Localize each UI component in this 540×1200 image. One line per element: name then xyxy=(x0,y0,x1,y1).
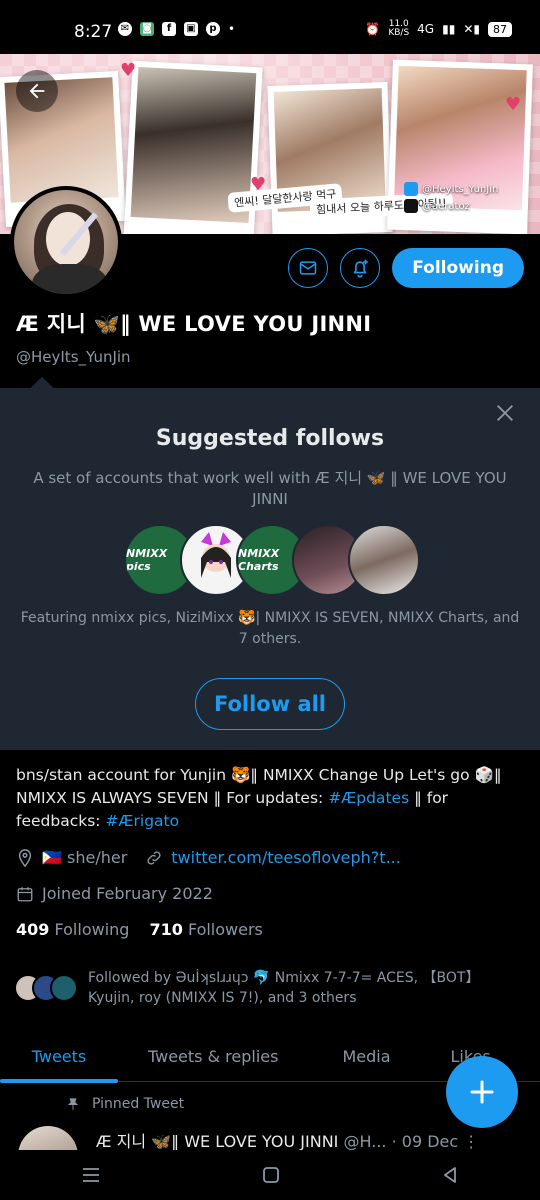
follow-all-button[interactable]: Follow all xyxy=(195,678,345,730)
more-notifications-icon: • xyxy=(228,22,236,36)
suggested-avatar[interactable] xyxy=(348,524,420,596)
pinned-label-text: Pinned Tweet xyxy=(92,1096,185,1112)
close-suggestions-button[interactable] xyxy=(494,402,516,428)
bio-hashtag-link[interactable]: #Ærigato xyxy=(105,812,179,830)
profile-avatar[interactable] xyxy=(10,186,122,298)
profile-display-name: Æ 지니 🦋‖ WE LOVE YOU JINNI xyxy=(16,312,372,336)
tweet-author-name[interactable]: Æ 지니 🦋‖ WE LOVE YOU JINNI xyxy=(96,1132,338,1151)
sim-icon: ✕▮ xyxy=(463,22,480,36)
heart-sticker-icon: ♥ xyxy=(505,94,522,115)
recent-apps-icon[interactable] xyxy=(81,1166,101,1184)
speed-unit: KB/S xyxy=(388,28,410,38)
tweet-date: · 09 Dec xyxy=(391,1132,459,1151)
notifications-button[interactable] xyxy=(340,248,381,288)
followers-stat[interactable]: 710 Followers xyxy=(149,920,262,939)
banner-twitter-handle: @HeyIts_YunJin xyxy=(422,183,499,195)
profile-location: 🇵🇭 she/her xyxy=(42,848,128,867)
game-icon: ▣ xyxy=(184,22,198,36)
following-label: Following xyxy=(54,920,130,939)
follower-avatar xyxy=(50,974,78,1002)
pinterest-icon: p xyxy=(206,22,220,36)
suggested-avatars[interactable]: NMIXX pics NMIXX Charts xyxy=(124,524,424,596)
twitter-icon xyxy=(404,182,418,196)
followers-label: Followers xyxy=(187,920,263,939)
pinned-tweet-label: Pinned Tweet xyxy=(66,1096,184,1112)
banner-handles: @HeyIts_YunJin @aeratoz xyxy=(404,182,498,216)
system-nav-bar xyxy=(0,1150,540,1200)
more-icon[interactable]: ⋮ xyxy=(463,1132,479,1151)
facebook-icon: f xyxy=(162,22,176,36)
network-speed: 11.0 KB/S xyxy=(388,20,409,38)
app-notification-icon: ◙ xyxy=(140,22,154,36)
banner-tiktok-handle: @aeratoz xyxy=(422,200,470,212)
suggested-follows-panel: Suggested follows A set of accounts that… xyxy=(0,388,540,750)
following-count: 409 xyxy=(16,920,50,939)
suggested-featuring: Featuring nmixx pics, NiziMixx 🐯| NMIXX … xyxy=(20,610,520,647)
profile-bio: bns/stan account for Yunjin 🐯‖ NMIXX Cha… xyxy=(16,764,524,833)
battery-indicator: 87 xyxy=(488,21,512,37)
location-icon xyxy=(16,848,34,867)
notification-icons: ✉ ◙ f ▣ p • xyxy=(118,22,235,36)
followed-by-text: Followed by ƏuİʞsIɹɹɥɔ 🐬 Nmixx 7-7-7= AC… xyxy=(88,970,480,1006)
profile-joined-date: Joined February 2022 xyxy=(42,884,213,903)
tab-tweets-replies[interactable]: Tweets & replies xyxy=(132,1030,294,1082)
following-stat[interactable]: 409 Following xyxy=(16,920,129,939)
tab-media[interactable]: Media xyxy=(326,1030,406,1082)
messenger-icon: ✉ xyxy=(118,22,132,36)
status-right: ⏰ 11.0 KB/S 4G ▮▮ ✕▮ 87 xyxy=(365,20,512,38)
suggested-follows-title: Suggested follows xyxy=(155,426,385,451)
anime-character-avatar xyxy=(201,532,231,578)
network-type: 4G xyxy=(417,22,435,36)
profile-stats: 409 Following 710 Followers xyxy=(16,920,263,939)
alarm-icon: ⏰ xyxy=(365,22,381,36)
signal-icon: ▮▮ xyxy=(442,22,456,36)
followers-count: 710 xyxy=(149,920,183,939)
link-icon xyxy=(145,849,163,867)
tab-tweets[interactable]: Tweets xyxy=(0,1030,118,1083)
message-button[interactable] xyxy=(288,248,329,288)
bio-hashtag-link[interactable]: #Æpdates xyxy=(328,789,409,807)
profile-joined-row: Joined February 2022 xyxy=(16,884,213,903)
back-button[interactable] xyxy=(16,70,58,112)
compose-plus-icon xyxy=(470,1080,494,1104)
status-bar: 8:27 ✉ ◙ f ▣ p • ⏰ 11.0 KB/S 4G ▮▮ ✕▮ 87 xyxy=(0,0,540,54)
tweet-author-handle: @H... xyxy=(343,1132,387,1151)
tweet-header: Æ 지니 🦋‖ WE LOVE YOU JINNI @H... · 09 Dec… xyxy=(96,1128,526,1152)
pin-icon xyxy=(67,1098,79,1110)
mail-icon xyxy=(300,261,317,275)
suggested-follows-subtitle: A set of accounts that work well with Æ … xyxy=(33,469,507,508)
status-time: 8:27 xyxy=(74,22,113,42)
profile-handle: @HeyIts_YunJin xyxy=(16,348,131,366)
tiktok-icon xyxy=(404,199,418,213)
back-arrow-icon xyxy=(29,83,45,99)
profile-website-link[interactable]: twitter.com/teesofloveph?t... xyxy=(171,848,401,867)
profile-meta-row: 🇵🇭 she/her twitter.com/teesofloveph?t... xyxy=(16,848,401,867)
back-nav-icon[interactable] xyxy=(441,1166,459,1184)
profile-actions: Following xyxy=(288,248,524,288)
home-icon[interactable] xyxy=(262,1166,280,1184)
heart-sticker-icon: ♥ xyxy=(120,60,137,81)
compose-tweet-button[interactable] xyxy=(446,1056,518,1128)
close-icon xyxy=(497,405,513,421)
followed-by-avatars xyxy=(14,974,84,1004)
bell-plus-icon xyxy=(353,259,369,278)
following-button[interactable]: Following xyxy=(392,248,524,288)
calendar-icon xyxy=(16,885,34,903)
